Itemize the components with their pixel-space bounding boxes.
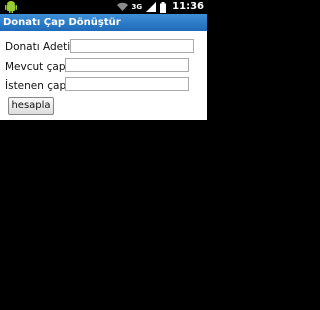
istenen-cap-label: İstenen çap: (5, 80, 70, 92)
hesapla-button[interactable]: hesapla (8, 97, 54, 115)
donati-adeti-input[interactable] (70, 39, 194, 53)
network-type-icon: 3G (131, 3, 143, 11)
istenen-cap-input[interactable] (65, 77, 189, 91)
form-panel: Donatı Adeti: Mevcut çap: İstenen çap: h… (0, 31, 207, 120)
wifi-icon (116, 2, 128, 11)
app-title: Donatı Çap Dönüştür (3, 17, 121, 28)
app-title-bar: Donatı Çap Dönüştür (0, 14, 207, 31)
status-bar: 3G 11:36 (0, 0, 207, 14)
signal-icon (146, 2, 157, 12)
android-icon (5, 1, 17, 13)
mevcut-cap-label: Mevcut çap: (5, 61, 70, 73)
status-clock: 11:36 (172, 1, 204, 12)
donati-adeti-label: Donatı Adeti: (5, 41, 74, 53)
mevcut-cap-input[interactable] (65, 58, 189, 72)
battery-icon (160, 1, 167, 13)
